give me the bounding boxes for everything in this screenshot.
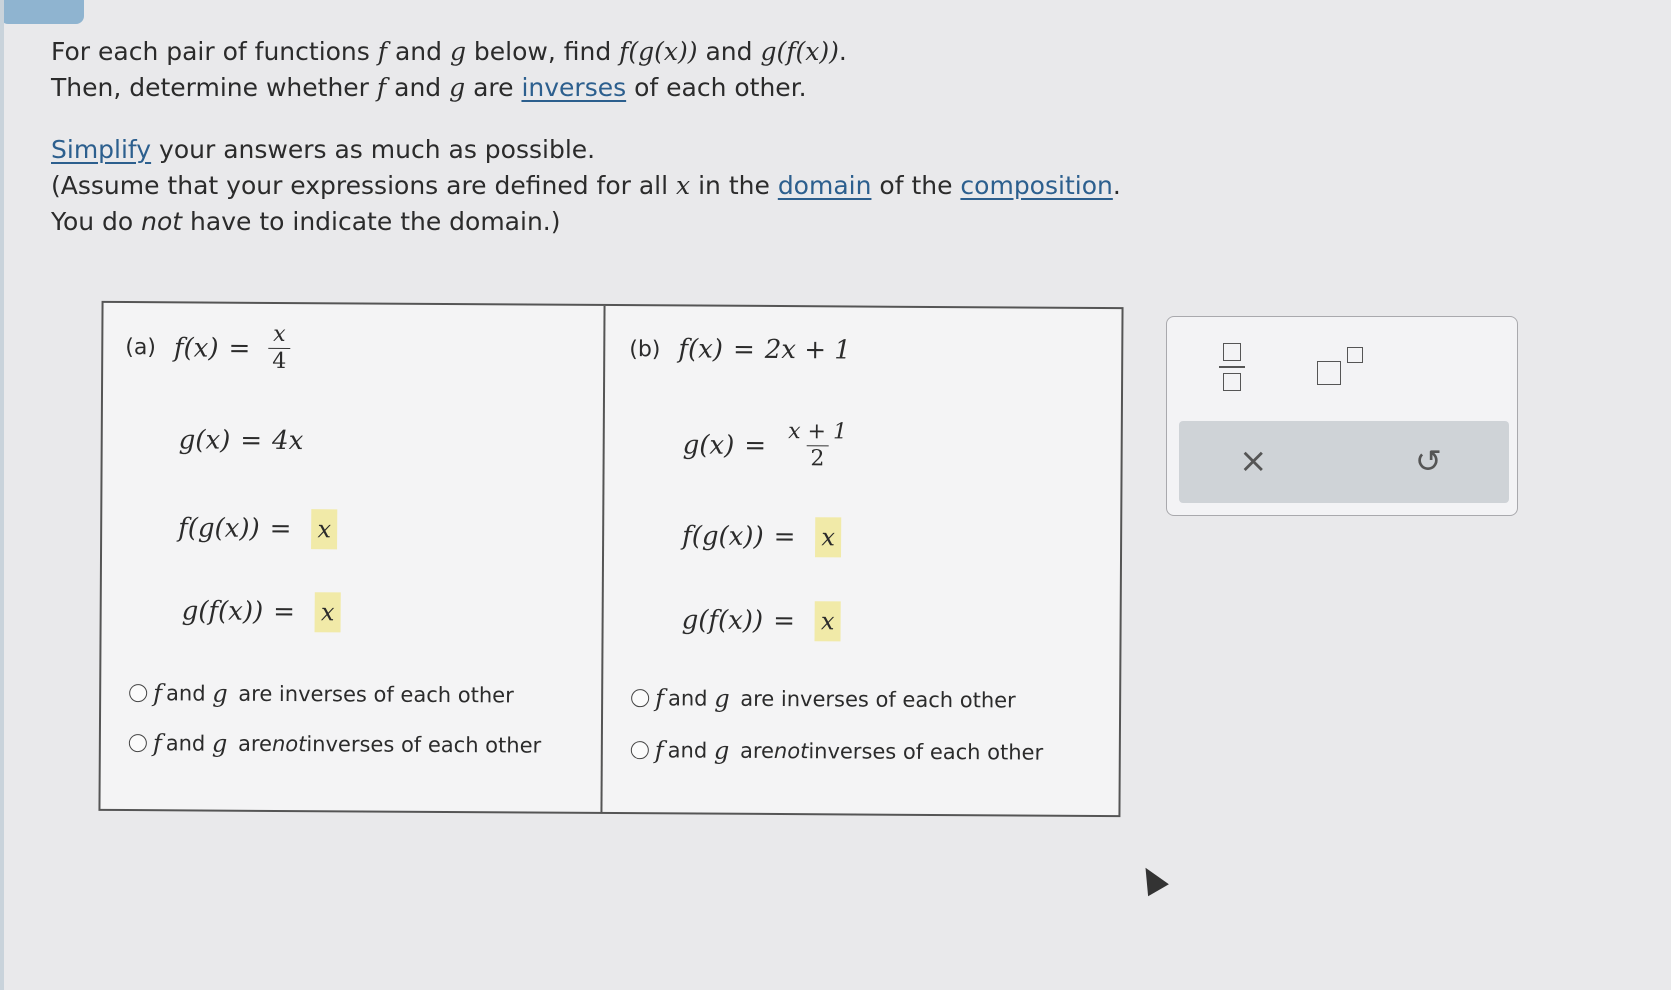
collapse-chevron-button[interactable] — [0, 0, 84, 24]
part-a-radio-inverses[interactable] — [129, 684, 148, 703]
inverses-link[interactable]: inverses — [521, 73, 626, 102]
fraction-bar-icon — [1219, 366, 1245, 368]
part-b-option-not-inverses[interactable]: f and g are not inverses of each other — [630, 736, 1043, 767]
part-b-g-fraction: x + 1 2 — [788, 419, 848, 473]
close-icon: × — [1239, 441, 1268, 481]
part-b-f-definition: (b) f(x) = 2x + 1 — [629, 334, 851, 366]
instructions: For each pair of functions f and g below… — [51, 34, 1121, 240]
left-edge-strip — [0, 0, 4, 990]
part-a-fg-row: f(g(x)) = x — [178, 508, 338, 550]
part-a-option-inverses[interactable]: f and g are inverses of each other — [129, 679, 514, 709]
part-a-radio-not-inverses[interactable] — [128, 734, 147, 753]
composition-link[interactable]: composition — [960, 171, 1112, 200]
part-a-gf-answer-input[interactable]: x — [314, 592, 341, 633]
instructions-line-5: You do not have to indicate the domain.) — [51, 207, 561, 236]
part-a-g-definition: g(x) = 4x — [178, 425, 304, 457]
part-a-fg-answer-input[interactable]: x — [311, 509, 338, 550]
exponent-box-icon — [1347, 347, 1363, 363]
part-a-cell: (a) f(x) = x 4 g(x) = 4x f(g(x)) = x g(f… — [100, 303, 603, 812]
part-b-gf-answer-input[interactable]: x — [814, 601, 841, 642]
base-box-icon — [1317, 361, 1341, 385]
instructions-line-1: For each pair of functions f and g below… — [51, 37, 847, 66]
part-b-option-inverses[interactable]: f and g are inverses of each other — [631, 684, 1016, 714]
math-palette: × ↺ — [1166, 316, 1518, 516]
denominator-box-icon — [1223, 373, 1241, 391]
instructions-line-3: Simplify your answers as much as possibl… — [51, 135, 596, 164]
domain-link[interactable]: domain — [778, 171, 872, 200]
fraction-template-button[interactable] — [1217, 343, 1247, 393]
part-b-fg-row: f(g(x)) = x — [682, 516, 842, 558]
mouse-pointer-icon — [1135, 861, 1169, 897]
instructions-line-2: Then, determine whether f and g are inve… — [51, 73, 807, 102]
undo-icon: ↺ — [1415, 442, 1442, 480]
part-b-radio-inverses[interactable] — [631, 689, 650, 708]
fgx-expression: f(g(x)) — [619, 37, 698, 66]
gfx-expression: g(f(x)) — [760, 37, 839, 66]
numerator-box-icon — [1223, 343, 1241, 361]
exponent-template-button[interactable] — [1317, 343, 1369, 389]
part-a-f-definition: (a) f(x) = x 4 — [125, 321, 291, 376]
part-a-gf-row: g(f(x)) = x — [182, 591, 341, 633]
problem-table: (a) f(x) = x 4 g(x) = 4x f(g(x)) = x g(f… — [98, 300, 1124, 818]
undo-button[interactable]: ↺ — [1415, 441, 1442, 481]
part-b-cell: (b) f(x) = 2x + 1 g(x) = x + 1 2 f(g(x))… — [602, 306, 1121, 815]
part-a-option-not-inverses[interactable]: f and g are not inverses of each other — [128, 729, 541, 760]
clear-button[interactable]: × — [1239, 441, 1268, 481]
part-a-label: (a) — [125, 335, 157, 361]
palette-action-bar: × ↺ — [1179, 421, 1509, 503]
part-a-f-fraction: x 4 — [268, 322, 291, 376]
part-b-g-definition: g(x) = x + 1 2 — [683, 418, 852, 473]
part-b-radio-not-inverses[interactable] — [630, 741, 649, 760]
part-b-label: (b) — [629, 336, 661, 362]
simplify-link[interactable]: Simplify — [51, 135, 151, 164]
part-b-fg-answer-input[interactable]: x — [815, 517, 842, 558]
part-b-gf-row: g(f(x)) = x — [682, 600, 841, 642]
instructions-line-4: (Assume that your expressions are define… — [51, 171, 1121, 200]
